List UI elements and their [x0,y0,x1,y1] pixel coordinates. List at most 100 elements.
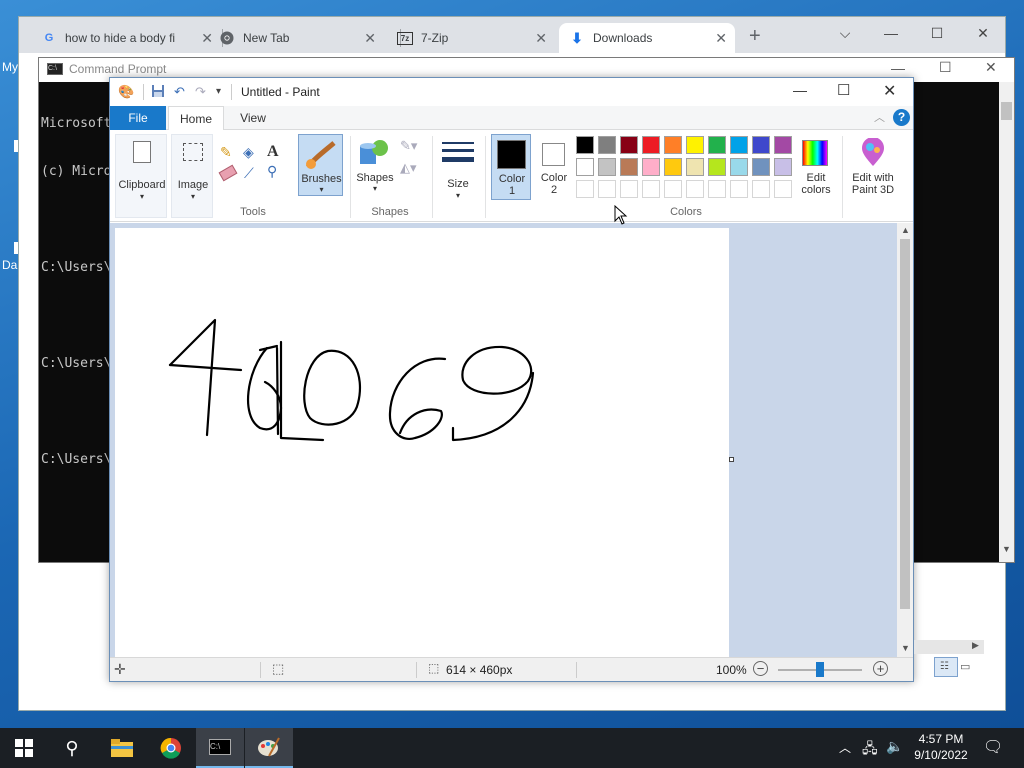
edit-with-paint3d-button[interactable]: Edit with Paint 3D [846,134,900,200]
start-button[interactable] [0,728,48,768]
palette-swatch[interactable] [620,136,638,154]
close-tab-icon[interactable]: ✕ [715,30,727,47]
palette-swatch-custom[interactable] [642,180,660,198]
close-tab-icon[interactable]: ✕ [364,30,376,47]
scroll-thumb[interactable] [1001,102,1012,120]
downloads-scrollbar-h[interactable]: ▶ [914,640,984,654]
palette-swatch[interactable] [598,158,616,176]
collapse-ribbon-icon[interactable]: ︿ [874,109,885,125]
taskbar-paint[interactable] [245,728,293,768]
palette-swatch[interactable] [774,158,792,176]
image-button[interactable]: Image ▾ [171,134,213,218]
scroll-down-icon[interactable]: ▼ [1002,544,1011,554]
pencil-icon[interactable]: ✎ [220,144,232,161]
palette-swatch[interactable] [664,158,682,176]
color2-button[interactable]: Color 2 [534,134,574,200]
thumbnail-view-button[interactable]: ☷ [934,657,958,677]
fullscreen-icon[interactable]: ▭ [960,660,970,673]
magnifier-icon[interactable]: ⚲ [267,163,277,180]
save-icon[interactable] [151,84,165,101]
close-button[interactable]: ✕ [883,81,896,101]
edit-colors-button[interactable]: Edit colors [796,134,836,200]
maximize-button[interactable]: ☐ [837,81,850,99]
tab-new-tab[interactable]: New Tab ✕ [209,23,384,53]
tab-home[interactable]: Home [168,106,224,131]
palette-swatch[interactable] [708,158,726,176]
palette-swatch[interactable] [620,158,638,176]
minimize-button[interactable]: — [891,60,905,76]
palette-swatch-custom[interactable] [664,180,682,198]
palette-swatch[interactable] [774,136,792,154]
zoom-in-button[interactable]: + [873,661,888,676]
tab-file[interactable]: File [110,106,166,130]
minimize-button[interactable]: — [793,82,807,98]
resize-handle[interactable] [729,457,734,462]
palette-swatch-custom[interactable] [774,180,792,198]
search-button[interactable]: ⚲ [48,728,96,768]
palette-swatch[interactable] [686,158,704,176]
palette-swatch-custom[interactable] [686,180,704,198]
tab-7zip[interactable]: 7z 7-Zip ✕ [387,23,555,53]
paint-app-icon[interactable]: 🎨 [118,84,134,100]
show-hidden-icons-icon[interactable]: ︿ [839,739,851,756]
taskbar-chrome[interactable] [147,728,195,768]
zoom-slider-thumb[interactable] [816,662,824,677]
tab-google-search[interactable]: G how to hide a body fi ✕ [31,23,221,53]
undo-icon[interactable]: ↶ [174,84,185,100]
help-icon[interactable]: ? [893,109,910,126]
new-tab-button[interactable]: + [749,25,761,48]
network-icon[interactable]: 🖧 [862,738,878,762]
palette-swatch[interactable] [752,158,770,176]
palette-swatch-custom[interactable] [576,180,594,198]
scroll-right-icon[interactable]: ▶ [972,640,979,651]
scroll-up-icon[interactable]: ▲ [901,225,910,235]
color-picker-icon[interactable]: ⟋ [244,165,254,182]
color1-button[interactable]: Color 1 [491,134,531,200]
fill-shape-icon[interactable]: ◭▾ [400,160,417,176]
close-tab-icon[interactable]: ✕ [535,30,547,47]
palette-swatch-custom[interactable] [708,180,726,198]
desktop-icon-label[interactable]: My [2,60,18,74]
clock[interactable]: 4:57 PM 9/10/2022 [912,731,970,763]
palette-swatch[interactable] [642,158,660,176]
palette-swatch-custom[interactable] [730,180,748,198]
text-icon[interactable]: A [267,143,279,161]
size-button[interactable]: Size ▾ [440,134,476,200]
palette-swatch[interactable] [598,136,616,154]
volume-icon[interactable]: 🔈 [886,738,903,755]
scroll-thumb[interactable] [900,239,910,609]
close-button[interactable]: ✕ [985,59,997,76]
cmd-scrollbar[interactable]: ▼ [999,82,1014,562]
palette-swatch[interactable] [642,136,660,154]
eraser-icon[interactable] [218,164,238,182]
redo-icon[interactable]: ↷ [195,84,206,100]
shapes-button[interactable]: Shapes ▾ [355,134,395,198]
canvas-vertical-scrollbar[interactable]: ▲ ▼ [897,223,913,657]
taskbar-command-prompt[interactable]: C:\ [196,728,244,768]
palette-swatch[interactable] [576,136,594,154]
outline-icon[interactable]: ✎▾ [400,138,417,154]
palette-swatch[interactable] [730,158,748,176]
palette-swatch[interactable] [664,136,682,154]
palette-swatch-custom[interactable] [598,180,616,198]
clipboard-button[interactable]: Clipboard ▾ [115,134,167,218]
customize-quick-access-icon[interactable]: ▾ [216,86,221,97]
drawing-canvas[interactable] [115,228,729,658]
taskbar-file-explorer[interactable] [98,728,146,768]
palette-swatch[interactable] [708,136,726,154]
palette-swatch[interactable] [576,158,594,176]
palette-swatch[interactable] [752,136,770,154]
palette-swatch-custom[interactable] [752,180,770,198]
palette-swatch[interactable] [730,136,748,154]
palette-swatch[interactable] [686,136,704,154]
zoom-out-button[interactable]: − [753,661,768,676]
minimize-button[interactable]: — [868,17,914,49]
tab-search-icon[interactable]: ⌵ [822,17,868,49]
palette-swatch-custom[interactable] [620,180,638,198]
tab-downloads[interactable]: ⬇ Downloads ✕ [559,23,735,53]
brushes-button[interactable]: Brushes ▾ [298,134,343,196]
notifications-icon[interactable]: 🗨 [983,737,1003,757]
maximize-button[interactable]: ☐ [939,59,952,76]
desktop-icon-label[interactable]: Da [2,258,17,272]
fill-icon[interactable]: ◈ [243,144,254,161]
